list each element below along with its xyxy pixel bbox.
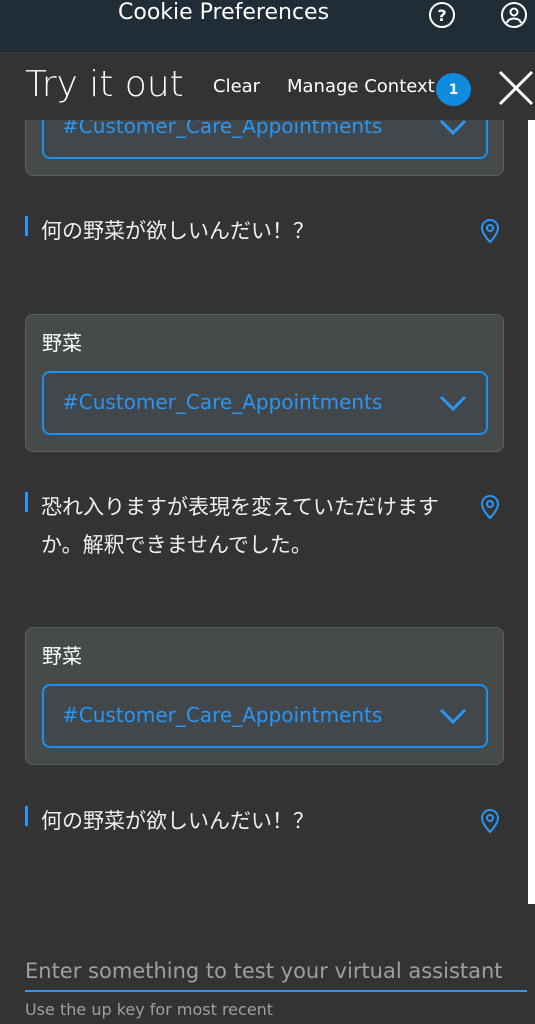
- input-hint: Use the up key for most recent: [25, 1000, 274, 1019]
- user-avatar-icon[interactable]: [501, 2, 527, 28]
- location-pin-icon[interactable]: [480, 808, 500, 834]
- entity-card: 野菜 #Customer_Care_Appointments: [25, 627, 504, 765]
- panel-title: Try it out: [25, 64, 184, 105]
- location-pin-icon[interactable]: [480, 494, 500, 520]
- question-circle-icon[interactable]: ?: [429, 2, 455, 28]
- entity-card: 野菜 #Customer_Care_Appointments: [25, 314, 504, 452]
- scrollbar[interactable]: [528, 120, 535, 904]
- cookie-preferences-link[interactable]: Cookie Preferences: [118, 0, 329, 25]
- composer: Use the up key for most recent: [25, 952, 527, 1019]
- chevron-down-icon: [439, 708, 467, 725]
- message-text: 恐れ入りますが表現を変えていただけますか。解釈できませんでした。: [41, 495, 439, 557]
- entity-card: 野菜 #Customer_Care_Appointments: [25, 120, 504, 176]
- conversation-log[interactable]: 野菜 #Customer_Care_Appointments 何の野菜が欲しいん…: [0, 120, 528, 902]
- entity-label: 野菜: [42, 331, 82, 355]
- intent-dropdown[interactable]: #Customer_Care_Appointments: [42, 684, 488, 748]
- message-text: 何の野菜が欲しいんだい！？: [41, 219, 314, 243]
- intent-dropdown[interactable]: #Customer_Care_Appointments: [42, 371, 488, 435]
- context-count-badge: 1: [436, 73, 471, 106]
- chevron-down-icon: [439, 395, 467, 412]
- intent-dropdown[interactable]: #Customer_Care_Appointments: [42, 120, 488, 159]
- location-pin-icon[interactable]: [480, 218, 500, 244]
- message-indicator: [25, 492, 28, 512]
- intent-value: #Customer_Care_Appointments: [62, 120, 383, 138]
- message-indicator: [25, 216, 28, 236]
- message-input[interactable]: [25, 952, 527, 992]
- chevron-down-icon: [439, 120, 467, 136]
- entity-label: 野菜: [42, 644, 82, 668]
- top-navigation-bar: Cookie Preferences ?: [0, 0, 535, 52]
- close-icon[interactable]: [496, 68, 535, 108]
- intent-value: #Customer_Care_Appointments: [62, 703, 383, 727]
- clear-button[interactable]: Clear: [213, 76, 260, 97]
- manage-context-button[interactable]: Manage Context: [287, 76, 435, 97]
- message-text: 何の野菜が欲しいんだい！？: [41, 809, 314, 833]
- message-indicator: [25, 806, 28, 826]
- try-it-out-header: Try it out Clear Manage Context 1: [0, 52, 535, 120]
- intent-value: #Customer_Care_Appointments: [62, 390, 383, 414]
